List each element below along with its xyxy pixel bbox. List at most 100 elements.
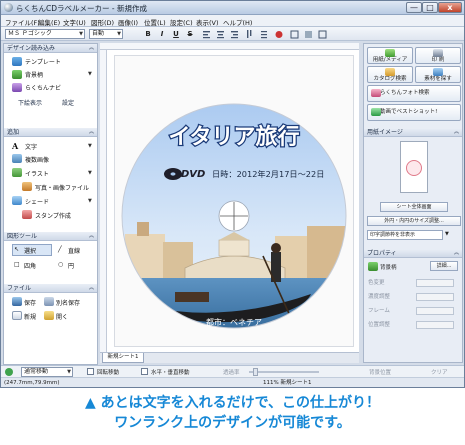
properties-section-header[interactable]: プロパティ ︽ xyxy=(364,249,462,258)
rakuchin-navi-button[interactable]: らくちんナビ xyxy=(25,83,61,92)
add-photo-file-button[interactable]: 写真・画像ファイル xyxy=(35,183,89,192)
rakuchin-navi-icon xyxy=(12,83,22,92)
show-sketch-link[interactable]: 下絵表示 xyxy=(18,98,42,107)
move-mode-select[interactable]: 通常移動 ▼ xyxy=(21,367,73,377)
photo-search-icon xyxy=(371,89,381,97)
paper-media-icon xyxy=(385,49,395,57)
cd-label-svg[interactable]: イタリア旅行 DVD 日時：2012年2月17日～22日 都市：ベネチア xyxy=(115,56,355,348)
find-material-label: 素材を探す xyxy=(424,76,452,82)
catalog-icon xyxy=(385,68,395,76)
design-canvas[interactable]: イタリア旅行 DVD 日時：2012年2月17日～22日 都市：ベネチア xyxy=(100,43,359,363)
file-section-header[interactable]: ファイル ︽ xyxy=(4,284,97,293)
cursor-coords: (247.7mm,79.9mm) xyxy=(4,380,60,386)
chevron-down-icon[interactable]: ▼ xyxy=(88,71,92,77)
sheet-full-view-button[interactable]: シート全体画面 xyxy=(380,202,448,212)
paper-image-section-header[interactable]: 用紙イメージ ︽ xyxy=(364,128,462,137)
print-button[interactable]: 印 刷 xyxy=(415,47,461,64)
paper-media-button[interactable]: 用紙/メディア xyxy=(367,47,413,64)
chevron-down-icon[interactable]: ▼ xyxy=(88,170,92,176)
photo-search-button[interactable]: らくちんフォト検索 xyxy=(367,85,461,102)
select-tool-button[interactable]: 選択 xyxy=(24,246,36,255)
triangle-up-icon: ▲ xyxy=(84,395,101,411)
chevron-down-icon[interactable]: ▼ xyxy=(88,198,92,204)
menu-file[interactable]: ファイル(F) xyxy=(5,17,40,27)
circle-size-adjust-button[interactable]: 外円・内円のサイズ調整... xyxy=(367,216,461,226)
menu-text[interactable]: 文字(U) xyxy=(63,17,86,27)
menu-position[interactable]: 位置(L) xyxy=(144,17,166,27)
minimize-button[interactable]: — xyxy=(406,2,422,13)
rectangle-tool-button[interactable]: 四角 xyxy=(24,261,36,270)
save-icon xyxy=(12,297,22,306)
frame-row: フレーム xyxy=(368,306,460,316)
app-cd-icon xyxy=(4,3,13,12)
settings-link[interactable]: 設定 xyxy=(62,98,74,107)
new-file-icon xyxy=(12,311,22,320)
add-illustration-button[interactable]: イラスト xyxy=(25,169,49,178)
underline-button[interactable]: U xyxy=(171,29,181,39)
opacity-slider[interactable] xyxy=(249,371,319,373)
chevron-down-icon[interactable]: ▼ xyxy=(445,231,449,237)
menu-view[interactable]: 表示(V) xyxy=(196,17,219,27)
save-button[interactable]: 保存 xyxy=(24,298,36,307)
vertical-text-icon xyxy=(247,30,249,38)
density-label: 濃度調整 xyxy=(368,294,391,300)
bg-position-button[interactable]: 背景位置 xyxy=(369,368,391,376)
preview-disc-icon xyxy=(406,160,422,176)
maximize-button[interactable]: □ xyxy=(422,2,438,13)
print-frame-select[interactable]: 印字調節枠を非表示 xyxy=(367,230,443,240)
video-best-shot-button[interactable]: 動画でベストショット! xyxy=(367,104,461,121)
file-section-title: ファイル xyxy=(7,285,32,292)
frame-field xyxy=(416,307,454,315)
chevron-down-icon: ▼ xyxy=(79,31,83,37)
save-as-button[interactable]: 別名保存 xyxy=(56,298,80,307)
align-checkbox[interactable] xyxy=(141,368,148,375)
chevron-up-icon: ︽ xyxy=(453,250,459,256)
clear-button[interactable]: クリア xyxy=(431,368,448,376)
add-text-button[interactable]: 文字 xyxy=(25,142,37,151)
menu-help[interactable]: ヘルプ(H) xyxy=(223,17,252,27)
align-center-icon xyxy=(217,31,224,33)
sheet-tab[interactable]: 新規シート1 xyxy=(102,353,144,363)
template-button[interactable]: テンプレート xyxy=(25,57,61,66)
print-label: 印 刷 xyxy=(431,57,445,63)
photo-search-label: らくちんフォト検索 xyxy=(380,90,430,96)
add-shade-button[interactable]: シェード xyxy=(25,197,49,206)
close-button[interactable]: x xyxy=(438,2,462,13)
font-name-select[interactable]: ＭＳ Ｐゴシック ▼ xyxy=(5,29,85,39)
strike-button[interactable]: S xyxy=(185,29,195,39)
detail-button[interactable]: 詳細... xyxy=(430,261,458,271)
circle-tool-button[interactable]: 円 xyxy=(68,261,74,270)
open-folder-icon xyxy=(44,311,54,320)
opacity-slider-thumb[interactable] xyxy=(253,368,258,376)
italic-button[interactable]: I xyxy=(157,29,167,39)
paper-image-title: 用紙イメージ xyxy=(367,129,403,136)
add-multi-image-button[interactable]: 複数画像 xyxy=(25,155,49,164)
line-tool-button[interactable]: 直線 xyxy=(68,246,80,255)
menu-image[interactable]: 画像(I) xyxy=(118,17,138,27)
design-section-header[interactable]: デザイン読み込み ︽ xyxy=(4,44,97,53)
menu-edit[interactable]: 編集(E) xyxy=(38,17,60,27)
menu-settings[interactable]: 設定(C) xyxy=(170,17,193,27)
sheet-tab-strip: 新規シート1 xyxy=(100,352,359,363)
menu-shape[interactable]: 図形(D) xyxy=(91,17,114,27)
rotate-checkbox[interactable] xyxy=(87,368,94,375)
catalog-search-button[interactable]: カタログ検索 xyxy=(367,66,413,83)
new-file-button[interactable]: 新規 xyxy=(24,312,36,321)
add-section-header[interactable]: 追加 ︽ xyxy=(4,128,97,137)
find-material-button[interactable]: 素材を探す xyxy=(415,66,461,83)
title-bar: らくちんCDラベルメーカー - 新規作成 — □ x xyxy=(1,1,464,15)
bold-button[interactable]: B xyxy=(143,29,153,39)
shape-tools-section-header[interactable]: 図形ツール ︽ xyxy=(4,232,97,241)
chevron-up-icon: ︽ xyxy=(453,129,459,135)
create-stamp-button[interactable]: スタンプ作成 xyxy=(35,211,71,220)
promo-caption: ▲ あとは文字を入れるだけで、この仕上がり！ ワンランク上のデザインが可能です。 xyxy=(0,393,465,433)
line-spacing-icon xyxy=(261,31,267,33)
label-title: イタリア旅行 xyxy=(168,124,299,150)
align-right-icon xyxy=(231,31,238,33)
vertical-ruler xyxy=(100,50,107,353)
background-pattern-button[interactable]: 背景柄 xyxy=(25,70,43,79)
design-section-title: デザイン読み込み xyxy=(7,45,56,52)
chevron-down-icon[interactable]: ▼ xyxy=(88,143,92,149)
open-file-button[interactable]: 開く xyxy=(56,312,68,321)
font-size-select[interactable]: 自動 ▼ xyxy=(89,29,123,39)
